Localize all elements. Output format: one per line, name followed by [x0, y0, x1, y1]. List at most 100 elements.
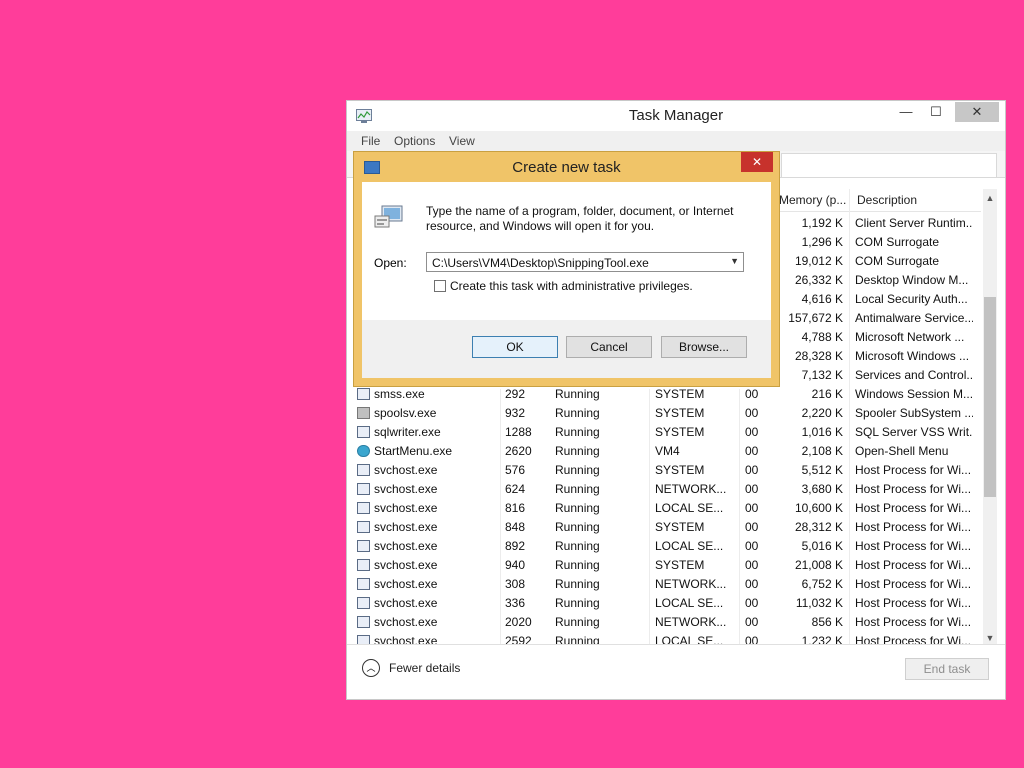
cell-mem: 5,016 K — [775, 539, 843, 553]
cell-desc: Windows Session M... — [855, 387, 973, 401]
cell-text: 00 — [745, 482, 759, 496]
menu-file[interactable]: File — [361, 134, 380, 148]
cell-desc: Host Process for Wi... — [855, 577, 973, 591]
cell-text: 308 — [505, 577, 526, 591]
table-row[interactable]: StartMenu.exe 2620 Running VM4 00 2,108 K Open… — [355, 441, 981, 460]
cell-desc: Open-Shell Menu — [855, 444, 973, 458]
table-row[interactable]: svchost.exe 940 Running SYSTEM 00 21,008 K Hos… — [355, 555, 981, 574]
cell-mem: 1,192 K — [775, 216, 843, 230]
cell-text: Running — [555, 387, 600, 401]
table-row[interactable]: svchost.exe 2020 Running NETWORK... 00 856 K H… — [355, 612, 981, 631]
table-row[interactable]: sqlwriter.exe 1288 Running SYSTEM 00 1,016 K S… — [355, 422, 981, 441]
cell-text: Running — [555, 463, 600, 477]
chevron-up-icon[interactable]: ︿ — [362, 659, 380, 677]
table-row[interactable]: svchost.exe 336 Running LOCAL SE... 00 11,032… — [355, 593, 981, 612]
cell-cpu: 00 — [745, 596, 775, 610]
cell-desc: Host Process for Wi... — [855, 539, 973, 553]
close-button[interactable]: ✕ — [955, 102, 999, 122]
open-combobox[interactable]: C:\Users\VM4\Desktop\SnippingTool.exe ▼ — [426, 252, 744, 272]
cell-text: 26,332 K — [794, 273, 843, 287]
cell-text: Desktop Window M... — [855, 273, 969, 287]
scroll-down-icon[interactable]: ▼ — [983, 631, 997, 645]
table-row[interactable]: svchost.exe 576 Running SYSTEM 00 5,512 K Host… — [355, 460, 981, 479]
cancel-button[interactable]: Cancel — [566, 336, 652, 358]
cell-text: Host Process for Wi... — [855, 558, 972, 572]
cell-mem: 1,016 K — [775, 425, 843, 439]
cell-text: Host Process for Wi... — [855, 577, 972, 591]
cell-text: Client Server Runtim... — [855, 216, 973, 230]
cell-pid: 940 — [505, 558, 555, 572]
cell-cpu: 00 — [745, 558, 775, 572]
cell-pid: 292 — [505, 387, 555, 401]
cell-desc: SQL Server VSS Writ... — [855, 425, 973, 439]
browse-button[interactable]: Browse... — [661, 336, 747, 358]
cell-desc: Host Process for Wi... — [855, 463, 973, 477]
maximize-button[interactable]: ☐ — [921, 102, 951, 122]
cell-mem: 5,512 K — [775, 463, 843, 477]
dialog-close-button[interactable]: ✕ — [741, 152, 773, 172]
column-header-memory[interactable]: Memory (p... — [779, 193, 846, 207]
cell-text: Host Process for Wi... — [855, 596, 972, 610]
admin-privileges-checkbox[interactable] — [434, 280, 446, 292]
ok-button[interactable]: OK — [472, 336, 558, 358]
cell-text: Running — [555, 577, 600, 591]
scrollbar-thumb[interactable] — [984, 297, 996, 497]
cell-text: NETWORK... — [655, 615, 727, 629]
cell-text: COM Surrogate — [855, 235, 940, 249]
table-row[interactable]: svchost.exe 624 Running NETWORK... 00 3,680 K… — [355, 479, 981, 498]
cell-text: LOCAL SE... — [655, 501, 724, 515]
open-input-value[interactable]: C:\Users\VM4\Desktop\SnippingTool.exe — [432, 256, 649, 270]
cell-text: NETWORK... — [655, 577, 727, 591]
table-row[interactable]: svchost.exe 308 Running NETWORK... 00 6,752 K… — [355, 574, 981, 593]
cell-text: svchost.exe — [374, 463, 438, 477]
cell-text: Host Process for Wi... — [855, 520, 972, 534]
menu-options[interactable]: Options — [394, 134, 435, 148]
cell-user: SYSTEM — [655, 558, 727, 572]
cell-user: LOCAL SE... — [655, 596, 727, 610]
cell-desc: Host Process for Wi... — [855, 520, 973, 534]
cell-text: SYSTEM — [655, 406, 705, 420]
table-row[interactable]: svchost.exe 816 Running LOCAL SE... 00 10,600… — [355, 498, 981, 517]
cell-cpu: 00 — [745, 520, 775, 534]
fewer-details-link[interactable]: Fewer details — [389, 661, 460, 675]
admin-privileges-label[interactable]: Create this task with administrative pri… — [450, 279, 693, 293]
minimize-button[interactable]: — — [891, 102, 921, 122]
table-row[interactable]: svchost.exe 848 Running SYSTEM 00 28,312 K Hos… — [355, 517, 981, 536]
scroll-up-icon[interactable]: ▲ — [983, 191, 997, 205]
dialog-body: Type the name of a program, folder, docu… — [362, 182, 771, 320]
cell-cpu: 00 — [745, 387, 775, 401]
table-row[interactable]: svchost.exe 2592 Running LOCAL SE... 00 1,232… — [355, 631, 981, 645]
cell-text: 4,788 K — [801, 330, 843, 344]
cell-text: Host Process for Wi... — [855, 615, 972, 629]
cell-text: 00 — [745, 615, 759, 629]
table-row[interactable]: spoolsv.exe 932 Running SYSTEM 00 2,220 K Spoo… — [355, 403, 981, 422]
cell-text: 00 — [745, 406, 759, 420]
cell-user: NETWORK... — [655, 482, 727, 496]
cell-status: Running — [555, 482, 645, 496]
cell-text: Microsoft Network ... — [855, 330, 965, 344]
cell-status: Running — [555, 425, 645, 439]
column-header-description[interactable]: Description — [857, 193, 917, 207]
table-row[interactable]: svchost.exe 892 Running LOCAL SE... 00 5,016 … — [355, 536, 981, 555]
cell-desc: Antimalware Service... — [855, 311, 973, 325]
cell-text: COM Surrogate — [855, 254, 940, 268]
cell-mem: 28,312 K — [775, 520, 843, 534]
cell-text: 10,600 K — [794, 501, 843, 515]
cell-text: 5,512 K — [801, 463, 843, 477]
cell-pid: 2020 — [505, 615, 555, 629]
title-bar[interactable]: Task Manager — ☐ ✕ — [347, 101, 1005, 131]
printer-icon — [357, 407, 370, 419]
cell-text: 6,752 K — [801, 577, 843, 591]
cell-text: 624 — [505, 482, 526, 496]
menu-view[interactable]: View — [449, 134, 475, 148]
vertical-scrollbar[interactable]: ▲ ▼ — [983, 189, 997, 645]
process-icon — [357, 483, 370, 495]
cell-pid: 336 — [505, 596, 555, 610]
chevron-down-icon[interactable]: ▼ — [730, 256, 739, 266]
end-task-button[interactable]: End task — [905, 658, 989, 680]
cell-name: svchost.exe — [357, 558, 497, 572]
cell-user: NETWORK... — [655, 615, 727, 629]
cell-text: SYSTEM — [655, 387, 705, 401]
cell-mem: 28,328 K — [775, 349, 843, 363]
cell-text: 00 — [745, 425, 759, 439]
